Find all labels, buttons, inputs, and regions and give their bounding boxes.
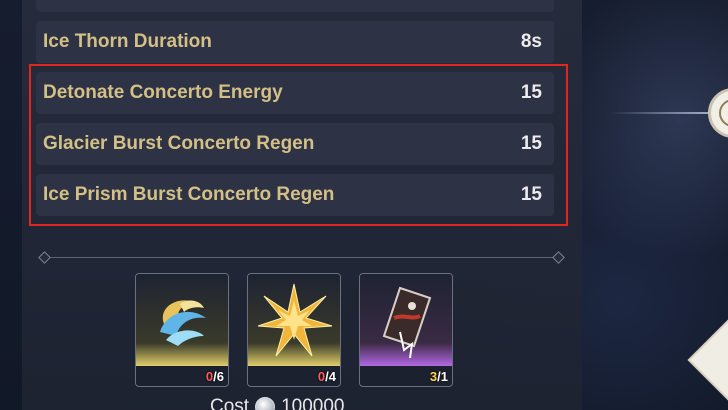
stat-row-glacier-burst-concerto-regen: Glacier Burst Concerto Regen 15	[36, 123, 554, 165]
skill-node-inner-ring	[719, 99, 728, 127]
stat-name: Detonate Concerto Energy	[43, 82, 283, 103]
material-card-crystal-swirl[interactable]: 0/6	[135, 273, 229, 387]
card-shard-icon	[360, 274, 452, 366]
material-card-card-shard[interactable]: 3/1	[359, 273, 453, 387]
material-count: 0/6	[205, 369, 224, 384]
gold-star-icon	[248, 274, 340, 366]
stat-row-ice-prism-burst-concerto-regen: Ice Prism Burst Concerto Regen 15	[36, 174, 554, 216]
shell-credit-coin-icon	[255, 397, 276, 410]
stat-value: 15	[520, 133, 542, 154]
upgrade-screen: Ice Thorn Duration 8s Detonate Concerto …	[0, 0, 728, 410]
material-card-gold-star[interactable]: 0/4	[247, 273, 341, 387]
stat-value: 8s	[520, 31, 542, 52]
previous-stat-row-edge	[36, 0, 554, 12]
material-count: 3/1	[429, 369, 448, 384]
stat-row-detonate-concerto-energy: Detonate Concerto Energy 15	[36, 72, 554, 114]
cost-row: Cost 100000	[210, 396, 344, 410]
skill-node-diamond-icon[interactable]	[687, 317, 728, 403]
stat-name: Ice Prism Burst Concerto Regen	[43, 184, 335, 205]
stat-row-ice-thorn-duration: Ice Thorn Duration 8s	[36, 21, 554, 63]
cost-amount: 100000	[281, 396, 345, 410]
crystal-swirl-icon	[136, 274, 228, 366]
section-divider	[40, 257, 562, 258]
stat-value: 15	[520, 184, 542, 205]
stat-value: 15	[520, 82, 542, 103]
stat-name: Glacier Burst Concerto Regen	[43, 133, 315, 154]
material-count: 0/4	[317, 369, 336, 384]
stat-name: Ice Thorn Duration	[43, 31, 212, 52]
cost-label: Cost	[210, 396, 250, 410]
skill-node-icon[interactable]	[708, 88, 728, 138]
